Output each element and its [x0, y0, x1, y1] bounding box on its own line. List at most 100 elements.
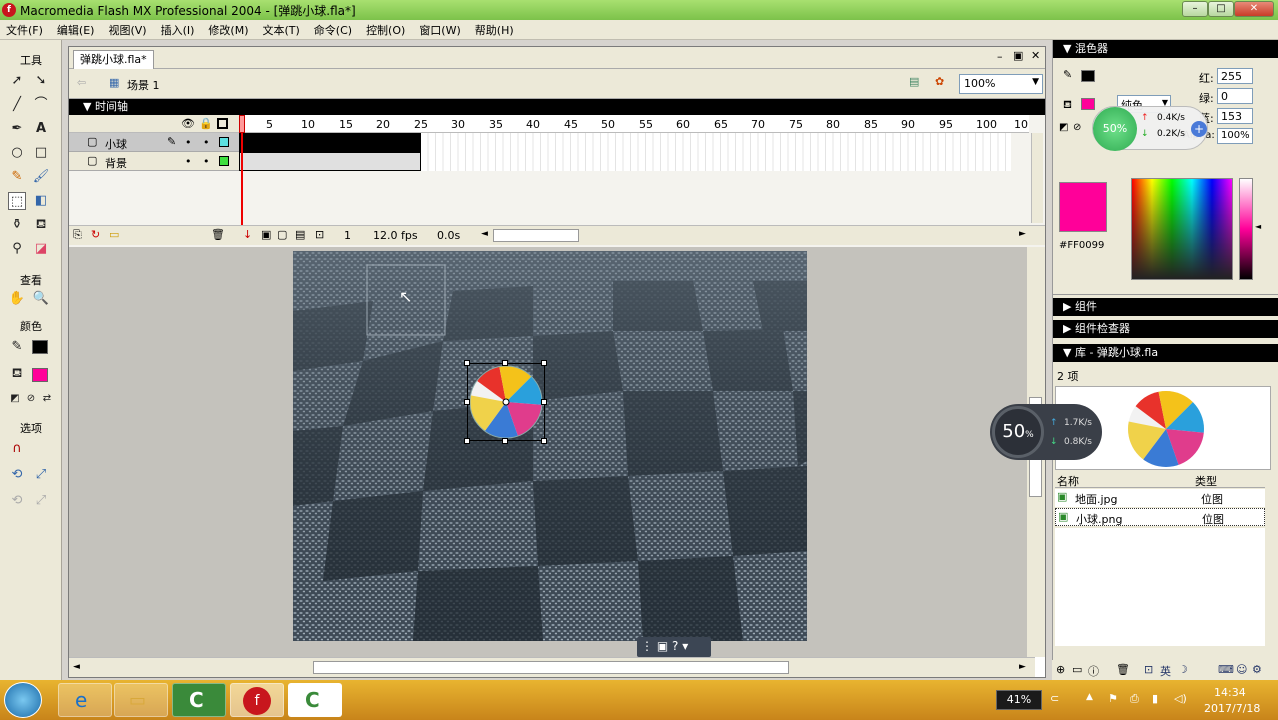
text-tool-icon[interactable]: A	[32, 120, 50, 138]
empty-frames-background[interactable]	[421, 152, 1011, 171]
onion-markers-icon[interactable]: ⊡	[315, 228, 324, 241]
rotate-skew-icon[interactable]: ⟲	[8, 466, 26, 484]
beach-ball-image[interactable]	[469, 365, 543, 439]
fill-color-swatch[interactable]	[32, 368, 48, 382]
edit-symbol-icon[interactable]: ✿	[935, 75, 944, 88]
new-folder-icon[interactable]: ▭	[1072, 663, 1082, 676]
lock-dot[interactable]: •	[203, 136, 210, 149]
inspector-header[interactable]: ▶ 组件检查器	[1053, 320, 1278, 338]
settings-icon[interactable]: ⚙	[1252, 663, 1262, 676]
blue-input[interactable]: 153	[1217, 108, 1253, 124]
bw-icon[interactable]: ◩	[1059, 122, 1068, 133]
scroll-left-icon[interactable]: ◄	[481, 229, 488, 239]
pen-tool-icon[interactable]: ✒	[8, 120, 26, 138]
menu-control[interactable]: 控制(O)	[366, 22, 405, 38]
arrow-tool-icon[interactable]: ➚	[8, 72, 26, 90]
empty-frames-ball[interactable]	[421, 133, 1011, 152]
layer-row-ball[interactable]: ▢ 小球 ✎ • •	[69, 133, 239, 152]
scroll-left-icon[interactable]: ◄	[73, 662, 80, 672]
alpha-input[interactable]: 100%	[1217, 128, 1253, 144]
visibility-dot[interactable]: •	[185, 136, 192, 149]
frame-rate[interactable]: 12.0 fps	[373, 229, 418, 242]
close-button[interactable]: ✕	[1234, 1, 1274, 17]
zoom-tool-icon[interactable]: 🔍	[32, 290, 50, 308]
brightness-slider[interactable]	[1239, 178, 1253, 280]
doc-minimize-icon[interactable]: –	[997, 50, 1003, 63]
col-type[interactable]: 类型	[1195, 473, 1217, 489]
library-header[interactable]: ▼ 库 - 弹跳小球.fla	[1053, 344, 1278, 362]
red-input[interactable]: 255	[1217, 68, 1253, 84]
transform-handle[interactable]	[502, 360, 508, 366]
keyframe-span-ball[interactable]	[239, 133, 421, 152]
stage-hscroll[interactable]: ◄ ►	[69, 657, 1035, 677]
center-frame-icon[interactable]: ↓	[243, 228, 252, 241]
edit-multiple-icon[interactable]: ▤	[295, 228, 305, 241]
ink-bottle-tool-icon[interactable]: ⚱	[8, 216, 26, 234]
subselect-tool-icon[interactable]: ➘	[32, 72, 50, 90]
stroke-color-icon[interactable]: ✎	[8, 338, 26, 356]
paint-bucket-tool-icon[interactable]: ⛾	[32, 216, 50, 234]
playhead[interactable]	[239, 115, 245, 133]
col-name[interactable]: 名称	[1057, 473, 1079, 489]
stroke-color-swatch[interactable]	[32, 340, 48, 354]
ime-lang[interactable]: 英	[1160, 663, 1171, 679]
eye-icon[interactable]: 👁	[181, 117, 195, 130]
transform-handle[interactable]	[464, 438, 470, 444]
net-widget-large[interactable]: 50% ↑ 1.7K/s ↓ 0.8K/s	[990, 404, 1102, 460]
hand-tool-icon[interactable]: ✋	[8, 290, 26, 308]
edit-scene-icon[interactable]: ▤	[909, 75, 919, 88]
help-icon[interactable]: ?	[672, 639, 678, 653]
insert-layer-icon[interactable]: ⎘	[73, 228, 82, 242]
transform-handle[interactable]	[464, 399, 470, 405]
fill-transform-tool-icon[interactable]: ◧	[32, 192, 50, 210]
transform-handle[interactable]	[541, 360, 547, 366]
stage-hscroll-thumb[interactable]	[313, 661, 789, 674]
menu-edit[interactable]: 编辑(E)	[57, 22, 95, 38]
free-transform-tool-icon[interactable]: ⬚	[8, 192, 26, 210]
keyframe-span-background[interactable]	[239, 152, 421, 171]
menu-window[interactable]: 窗口(W)	[419, 22, 460, 38]
rectangle-tool-icon[interactable]: □	[32, 144, 50, 162]
stroke-icon[interactable]: ✎	[1063, 68, 1072, 81]
battery-indicator[interactable]: 41%	[996, 690, 1042, 710]
eraser-tool-icon[interactable]: ◪	[32, 240, 50, 258]
device-icon[interactable]: ⎙	[1130, 692, 1139, 706]
properties-icon[interactable]: ⓘ	[1088, 663, 1099, 679]
outline-color-box[interactable]	[219, 137, 229, 147]
network-icon[interactable]: ▮	[1152, 692, 1158, 705]
library-row[interactable]: ▣ 小球.png 位图	[1055, 508, 1265, 526]
lock-icon[interactable]: 🔒	[199, 117, 213, 130]
insert-folder-icon[interactable]: ▭	[109, 228, 119, 241]
timeline-hscroll-thumb[interactable]	[493, 229, 579, 242]
layer-row-background[interactable]: ▢ 背景 • •	[69, 152, 239, 171]
menu-insert[interactable]: 插入(I)	[161, 22, 195, 38]
green-input[interactable]: 0	[1217, 88, 1253, 104]
action-center-icon[interactable]: ⚑	[1108, 692, 1118, 705]
maximize-button[interactable]: □	[1208, 1, 1234, 17]
floating-toolbar[interactable]: ⋮ ▣ ? ▾	[637, 637, 711, 657]
lock-dot[interactable]: •	[203, 155, 210, 168]
back-arrow-icon[interactable]: ⇦	[77, 76, 86, 89]
onion-outline-icon[interactable]: ▢	[277, 228, 287, 241]
tray-expand-icon[interactable]: ▲	[1086, 692, 1093, 702]
menu-text[interactable]: 文本(T)	[262, 22, 299, 38]
outline-color-box[interactable]	[219, 156, 229, 166]
visibility-dot[interactable]: •	[185, 155, 192, 168]
line-tool-icon[interactable]: ╱	[8, 96, 26, 114]
taskbar-explorer[interactable]: ▭	[114, 683, 168, 717]
swap-colors-icon[interactable]: ⇄	[38, 390, 56, 408]
add-guide-icon[interactable]: ↻	[91, 228, 100, 241]
taskbar-ie[interactable]: e	[58, 683, 112, 717]
chevron-down-icon[interactable]: ▾	[682, 639, 688, 653]
minimize-button[interactable]: –	[1182, 1, 1208, 17]
color-mixer-header[interactable]: ▼ 混色器	[1053, 40, 1278, 58]
delete-layer-icon[interactable]: 🗑	[211, 228, 225, 241]
none-icon[interactable]: ⊘	[1073, 122, 1081, 133]
taskbar-camtasia-2[interactable]: C	[288, 683, 342, 717]
menu-help[interactable]: 帮助(H)	[475, 22, 514, 38]
transform-handle[interactable]	[464, 360, 470, 366]
hex-value[interactable]: #FF0099	[1059, 240, 1104, 251]
eyedropper-tool-icon[interactable]: ⚲	[8, 240, 26, 258]
moon-icon[interactable]: ☽	[1178, 663, 1188, 676]
pencil-tool-icon[interactable]: ✎	[8, 168, 26, 186]
